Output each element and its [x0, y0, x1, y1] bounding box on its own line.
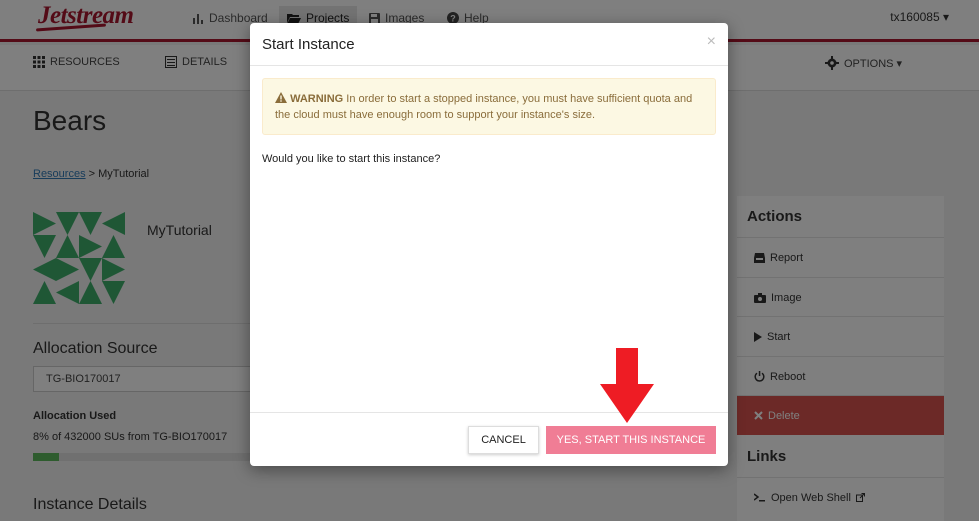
modal-title: Start Instance	[262, 36, 355, 53]
modal-header-divider	[250, 65, 728, 66]
annotation-arrow-icon	[600, 348, 654, 423]
start-instance-modal: Start Instance × WARNING In order to sta…	[250, 23, 728, 466]
modal-close-button[interactable]: ×	[707, 33, 716, 51]
warning-alert: WARNING In order to start a stopped inst…	[262, 78, 716, 135]
warning-icon	[275, 92, 287, 103]
modal-footer-divider	[250, 412, 728, 413]
start-instance-button[interactable]: YES, START THIS INSTANCE	[546, 426, 716, 454]
confirm-question: Would you like to start this instance?	[262, 153, 441, 165]
cancel-button[interactable]: CANCEL	[468, 426, 539, 454]
warning-label: WARNING	[290, 93, 344, 105]
